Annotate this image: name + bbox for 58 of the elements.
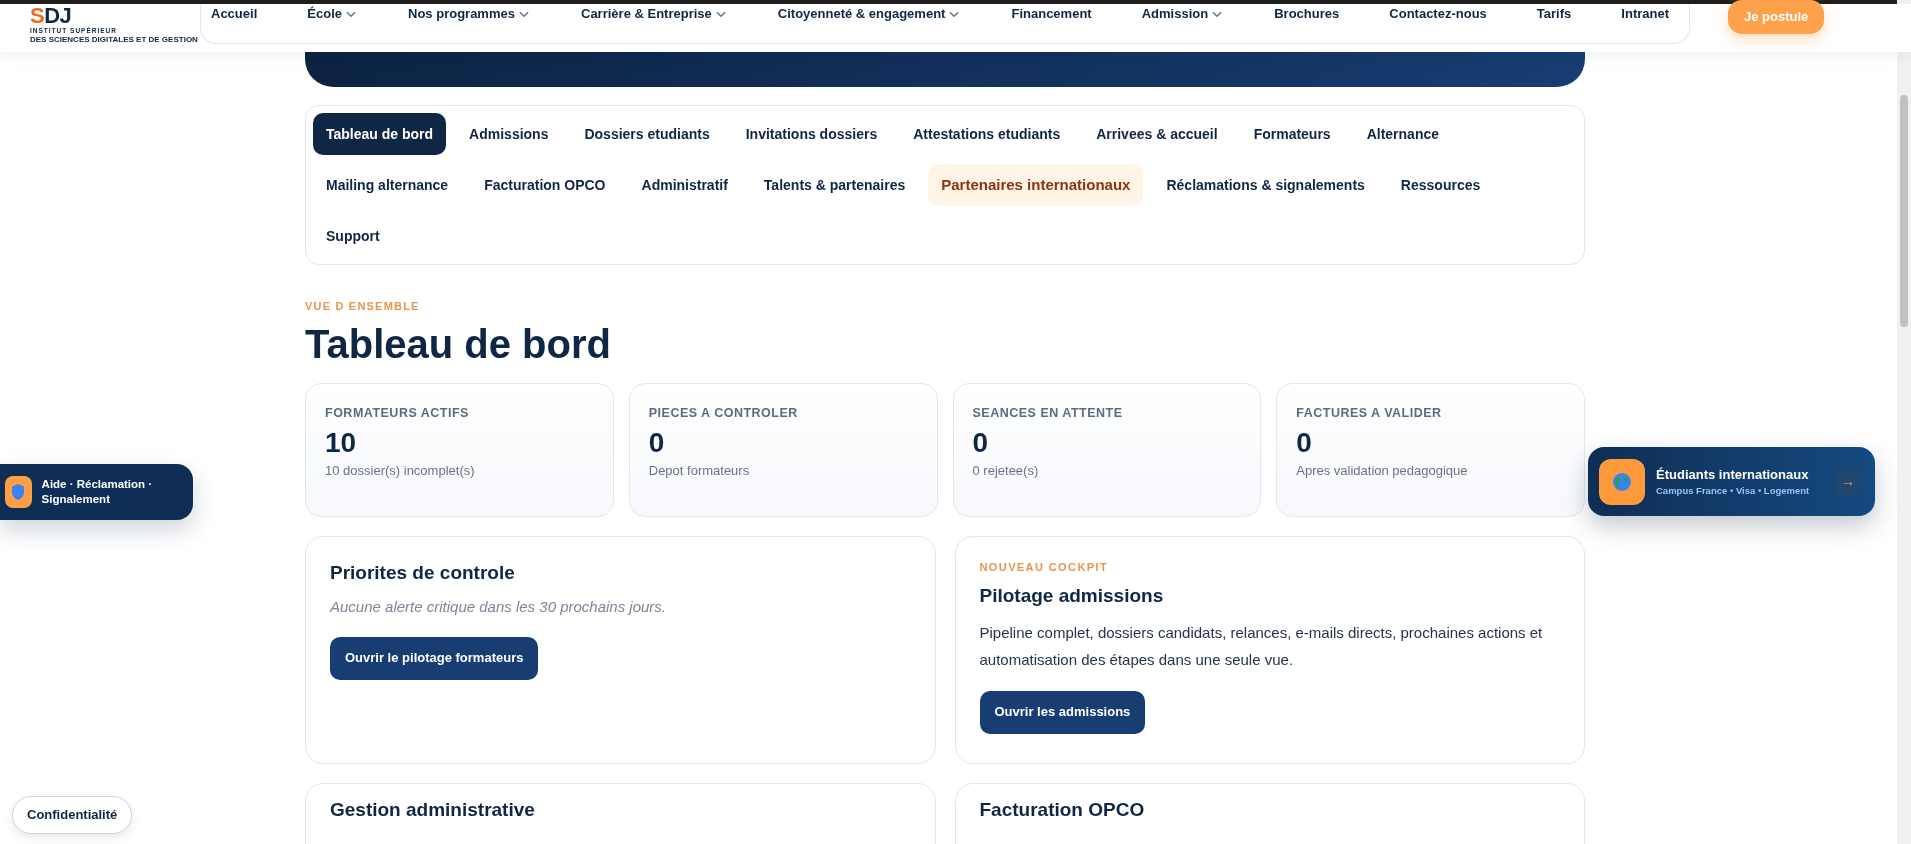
stat-note: 10 dossier(s) incomplet(s): [325, 462, 475, 481]
shield-icon: [5, 476, 32, 508]
panel-description: Pipeline complet, dossiers candidats, relances, e-mails directs, prochaines actions et automatisation des étapes dans une seule vue.: [979, 622, 1544, 670]
section-eyebrow: VUE D ENSEMBLE: [305, 299, 420, 314]
panel-title: Pilotage admissions: [979, 584, 1164, 608]
tab[interactable]: Alternance: [1353, 113, 1452, 155]
tab[interactable]: Admissions: [456, 113, 562, 155]
tab[interactable]: Talents & partenaires: [750, 164, 919, 206]
stat-note: Apres validation pedagogique: [1296, 462, 1468, 481]
panel-title: Priorites de controle: [330, 560, 515, 585]
tab[interactable]: Dossiers etudiants: [571, 113, 723, 155]
international-badge[interactable]: Étudiants internationaux Campus France • Visa • Logement →: [1588, 447, 1875, 516]
tab[interactable]: Facturation OPCO: [471, 164, 619, 206]
stat-value: 0: [972, 426, 989, 461]
nav-link[interactable]: Nos programmes: [408, 4, 531, 24]
panel-title: Facturation OPCO: [979, 797, 1146, 822]
tab[interactable]: Arrivees & accueil: [1083, 113, 1231, 155]
nav-link[interactable]: Intranet: [1621, 4, 1669, 24]
tab[interactable]: Formateurs: [1240, 113, 1344, 155]
nav-link[interactable]: Contactez-nous: [1389, 4, 1487, 24]
stat-label: SEANCES EN ATTENTE: [972, 404, 1123, 422]
empty-message: Aucune alerte critique dans les 30 prochains jours.: [330, 597, 667, 617]
stat-note: 0 rejetee(s): [972, 462, 1039, 481]
panel-eyebrow: NOUVEAU COCKPIT: [979, 559, 1109, 575]
stat-value: 0: [648, 426, 665, 461]
stat-value: 0: [1296, 426, 1312, 461]
tab[interactable]: Attestations etudiants: [900, 113, 1074, 155]
nav-link[interactable]: Carrière & Entreprise: [581, 4, 728, 24]
nav-link[interactable]: Tarifs: [1536, 4, 1572, 24]
scrollbar-thumb[interactable]: [1900, 95, 1908, 327]
badge-title: Étudiants internationaux: [1656, 465, 1809, 484]
panel-button[interactable]: Ouvrir le pilotage formateurs: [330, 636, 539, 680]
help-badge[interactable]: Aide · Réclamation · Signalement: [0, 464, 193, 520]
nav-link[interactable]: Admission: [1141, 4, 1225, 24]
tab[interactable]: Support: [313, 215, 393, 257]
tab[interactable]: Réclamations & signalements: [1153, 164, 1378, 206]
tab[interactable]: Partenaires internationaux: [928, 164, 1144, 206]
tab[interactable]: Ressources: [1387, 164, 1494, 206]
nav-link[interactable]: École: [307, 4, 358, 24]
tab[interactable]: Invitations dossiers: [732, 113, 891, 155]
panel-button[interactable]: Ouvrir les admissions: [979, 690, 1146, 734]
tab[interactable]: Tableau de bord: [313, 113, 447, 155]
stat-label: FORMATEURS ACTIFS: [325, 404, 469, 422]
nav-link[interactable]: Accueil: [211, 4, 258, 24]
page-title: Tableau de bord: [305, 320, 611, 367]
stat-label: FACTURES A VALIDER: [1296, 404, 1442, 422]
nav-link[interactable]: Brochures: [1274, 4, 1340, 24]
globe-icon: [1599, 458, 1645, 505]
tab[interactable]: Mailing alternance: [313, 164, 462, 206]
stat-note: Depot formateurs: [648, 462, 750, 481]
tab[interactable]: Administratif: [628, 164, 741, 206]
stat-label: PIECES A CONTROLER: [648, 404, 798, 422]
stat-value: 10: [325, 426, 357, 461]
badge-subtitle: Campus France • Visa • Logement: [1656, 484, 1810, 499]
privacy-button[interactable]: Confidentialité: [12, 796, 133, 834]
nav-link[interactable]: Financement: [1011, 4, 1092, 24]
panel-title: Gestion administrative: [330, 797, 536, 822]
nav-link[interactable]: Citoyenneté & engagement: [777, 4, 962, 24]
